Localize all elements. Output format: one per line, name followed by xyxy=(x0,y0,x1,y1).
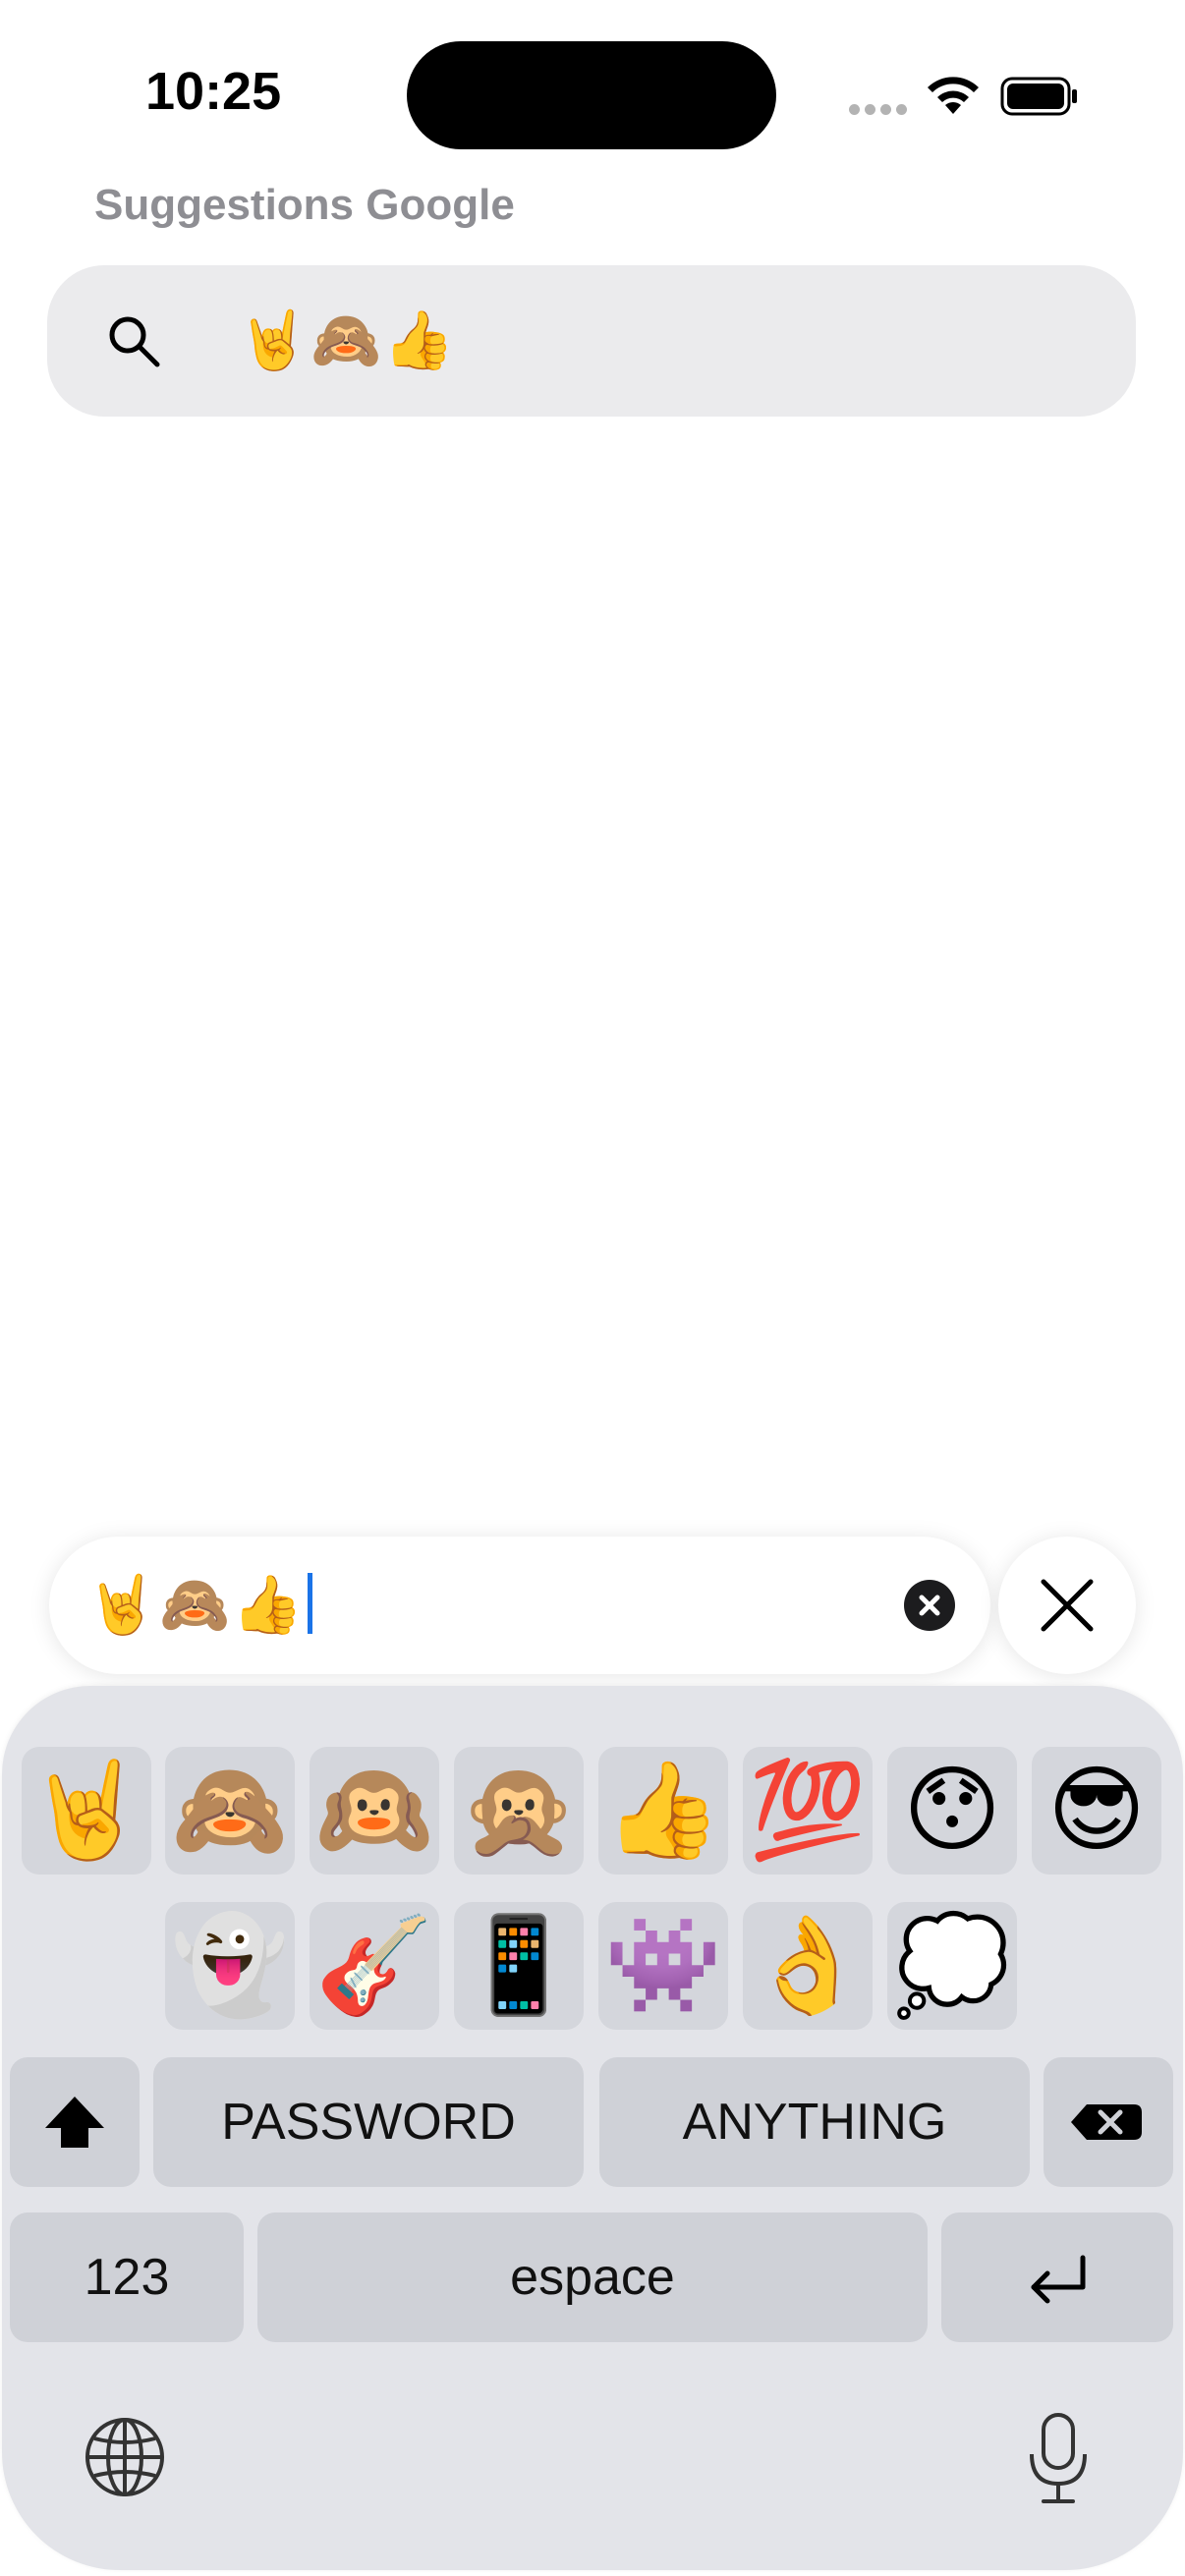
emoji-key[interactable]: 🤘 xyxy=(22,1747,151,1875)
shift-icon xyxy=(45,2097,104,2148)
return-icon xyxy=(1031,2255,1086,2304)
microphone-icon[interactable] xyxy=(1022,2409,1095,2507)
emoji-key[interactable]: 💭 xyxy=(887,1902,1017,2030)
suggestion-key-anything[interactable]: ANYTHING xyxy=(599,2057,1030,2187)
text-caret xyxy=(307,1573,312,1634)
screen: 10:25 Suggestions Google 🤘🙈👍 🤘🙈👍 🤘 🙈 🙉 🙊… xyxy=(0,0,1185,2576)
compose-text: 🤘🙈👍 xyxy=(86,1573,306,1637)
emoji-key[interactable]: 💯 xyxy=(743,1747,873,1875)
delete-key[interactable] xyxy=(1044,2057,1173,2187)
globe-icon[interactable] xyxy=(83,2415,167,2499)
suggestion-key-password[interactable]: PASSWORD xyxy=(153,2057,584,2187)
cellular-signal-icon xyxy=(849,102,912,115)
compose-text-wrap: 🤘🙈👍 xyxy=(86,1568,312,1643)
emoji-key[interactable]: 👾 xyxy=(598,1902,728,2030)
suggestion-label: ANYTHING xyxy=(682,2094,947,2151)
emoji-key[interactable]: 📱 xyxy=(454,1902,584,2030)
emoji-key[interactable]: 🙈 xyxy=(165,1747,295,1875)
shift-key[interactable] xyxy=(10,2057,140,2187)
clear-circle-icon xyxy=(919,1595,940,1616)
close-icon xyxy=(1041,1579,1094,1632)
space-label: espace xyxy=(510,2249,675,2306)
suggestion-label: PASSWORD xyxy=(221,2094,516,2151)
numbers-label: 123 xyxy=(84,2249,170,2306)
backspace-icon xyxy=(1071,2104,1142,2140)
emoji-key[interactable]: 🙉 xyxy=(310,1747,439,1875)
emoji-key[interactable]: 😎 xyxy=(1032,1747,1161,1875)
search-icon xyxy=(109,316,160,367)
compose-input[interactable]: 🤘🙈👍 xyxy=(49,1537,990,1674)
emoji-key[interactable]: 🎸 xyxy=(310,1902,439,2030)
space-key[interactable]: espace xyxy=(257,2212,928,2342)
dynamic-island xyxy=(407,41,776,149)
section-title: Suggestions Google xyxy=(94,181,515,229)
emoji-key[interactable]: 👌 xyxy=(743,1902,873,2030)
search-bar[interactable]: 🤘🙈👍 xyxy=(47,265,1136,417)
clear-button[interactable] xyxy=(904,1580,955,1631)
return-key[interactable] xyxy=(941,2212,1173,2342)
wifi-icon xyxy=(928,77,979,114)
battery-icon xyxy=(1000,77,1077,116)
emoji-key[interactable]: 😯 xyxy=(887,1747,1017,1875)
status-time: 10:25 xyxy=(145,62,282,121)
search-query-text: 🤘🙈👍 xyxy=(238,308,457,372)
emoji-key[interactable]: 👻 xyxy=(165,1902,295,2030)
emoji-key[interactable]: 👍 xyxy=(598,1747,728,1875)
emoji-key[interactable]: 🙊 xyxy=(454,1747,584,1875)
close-button[interactable] xyxy=(998,1537,1136,1674)
numbers-key[interactable]: 123 xyxy=(10,2212,244,2342)
